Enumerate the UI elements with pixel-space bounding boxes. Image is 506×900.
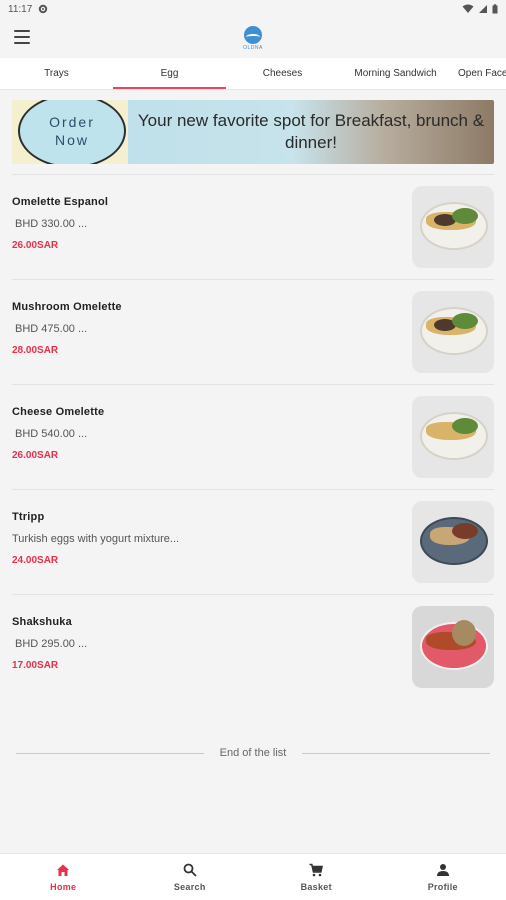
tab-label: Cheeses (262, 68, 303, 79)
hamburger-menu-icon[interactable] (14, 30, 30, 44)
tab-label: Morning Sandwich (354, 68, 437, 79)
nav-search-label: Search (173, 881, 206, 892)
logo-text: OLDNA (243, 44, 263, 51)
tab-open-face[interactable]: Open Face (452, 58, 506, 89)
nav-profile-label: Profile (427, 881, 458, 892)
banner-tagline: Your new favorite spot for Breakfast, br… (137, 111, 485, 152)
signal-icon (479, 5, 487, 13)
item-photo (412, 186, 494, 268)
item-photo (412, 291, 494, 373)
promo-banner[interactable]: Order Now Your new favorite spot for Bre… (12, 100, 494, 164)
tab-trays[interactable]: Trays (0, 58, 113, 89)
logo-icon (243, 25, 262, 44)
nav-search[interactable]: Search (127, 854, 254, 900)
search-icon (183, 863, 197, 877)
item-description: BHD 330.00 ... (15, 217, 88, 230)
main-content: Order Now Your new favorite spot for Bre… (0, 100, 506, 759)
person-icon (436, 863, 449, 876)
list-item[interactable]: Ttripp Turkish eggs with yogurt mixture.… (12, 489, 494, 594)
nav-home[interactable]: Home (0, 854, 127, 900)
item-price: 26.00SAR (12, 239, 59, 251)
settings-gear-icon (39, 4, 48, 14)
divider-line (16, 752, 204, 754)
item-description: BHD 540.00 ... (15, 427, 88, 440)
item-name: Shakshuka (12, 615, 72, 628)
cart-icon (309, 863, 324, 876)
nav-basket-label: Basket (300, 881, 332, 892)
tab-egg[interactable]: Egg (113, 58, 226, 89)
home-icon (57, 864, 70, 876)
battery-icon (492, 4, 498, 14)
item-price: 28.00SAR (12, 344, 59, 356)
end-of-list-divider: End of the list (12, 747, 494, 759)
bottom-navigation: Home Search Basket Profile (0, 853, 506, 900)
banner-tagline-area: Your new favorite spot for Breakfast, br… (128, 100, 494, 164)
tab-label: Open Face (458, 68, 506, 79)
item-photo (412, 501, 494, 583)
nav-home-label: Home (50, 881, 77, 892)
status-bar: 11:17 (0, 0, 506, 18)
item-description: Turkish eggs with yogurt mixture... (12, 532, 180, 545)
item-photo (412, 396, 494, 478)
order-now-line1: Order (49, 114, 95, 130)
menu-list: Omelette Espanol BHD 330.00 ... 26.00SAR… (12, 174, 494, 699)
wifi-icon (462, 4, 474, 13)
tab-label: Trays (44, 68, 69, 79)
tab-label: Egg (160, 68, 179, 79)
nav-profile[interactable]: Profile (380, 854, 506, 900)
item-name: Cheese Omelette (12, 405, 105, 418)
app-logo: OLDNA (243, 25, 263, 51)
item-name: Ttripp (12, 510, 45, 523)
item-description: BHD 475.00 ... (15, 322, 88, 335)
item-price: 24.00SAR (12, 554, 59, 566)
divider-line (302, 752, 490, 754)
item-photo (412, 606, 494, 688)
order-now-circle: Order Now (18, 100, 126, 164)
item-name: Mushroom Omelette (12, 300, 122, 313)
app-header: OLDNA (0, 18, 506, 58)
list-item[interactable]: Mushroom Omelette BHD 475.00 ... 28.00SA… (12, 279, 494, 384)
tab-cheeses[interactable]: Cheeses (226, 58, 339, 89)
status-time: 11:17 (8, 3, 33, 15)
item-name: Omelette Espanol (12, 195, 109, 208)
list-item[interactable]: Shakshuka BHD 295.00 ... 17.00SAR (12, 594, 494, 699)
nav-basket[interactable]: Basket (253, 854, 380, 900)
list-item[interactable]: Cheese Omelette BHD 540.00 ... 26.00SAR (12, 384, 494, 489)
item-price: 26.00SAR (12, 449, 59, 461)
end-of-list-text: End of the list (219, 747, 287, 759)
item-description: BHD 295.00 ... (15, 637, 88, 650)
order-now-badge: Order Now (12, 100, 128, 164)
list-item[interactable]: Omelette Espanol BHD 330.00 ... 26.00SAR (12, 174, 494, 279)
order-now-line2: Now (54, 132, 89, 148)
item-price: 17.00SAR (12, 659, 59, 671)
tab-morning-sandwich[interactable]: Morning Sandwich (339, 58, 452, 89)
category-tabs: Trays Egg Cheeses Morning Sandwich Open … (0, 58, 506, 90)
